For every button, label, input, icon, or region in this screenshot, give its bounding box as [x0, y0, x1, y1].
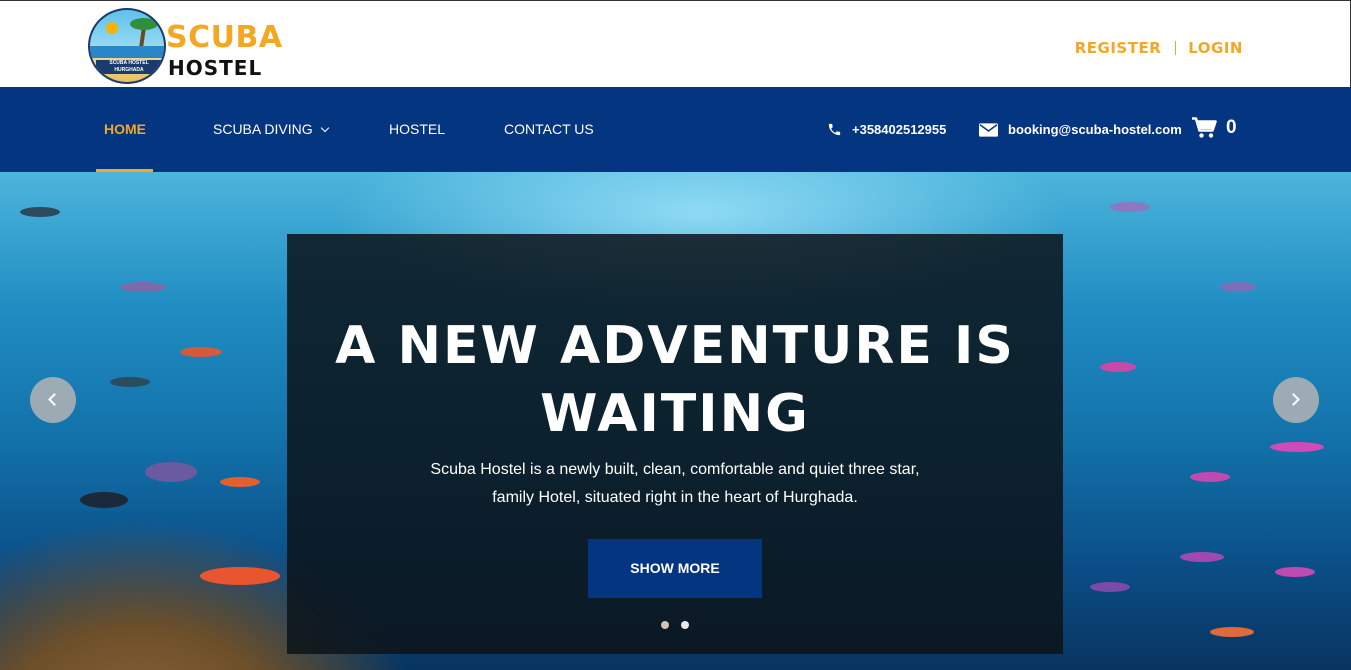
cart-icon [1192, 117, 1217, 138]
fish-decoration [1220, 282, 1256, 292]
slider-prev-button[interactable] [30, 377, 76, 423]
phone-contact[interactable]: +358402512955 [827, 87, 946, 172]
fish-decoration [220, 477, 260, 487]
logo-badge-text: SCUBA HOSTEL HURGHADA [96, 60, 162, 74]
logo-text-scuba: SCUBA [166, 20, 283, 55]
fish-decoration [180, 347, 222, 357]
main-nav: HOME SCUBA DIVING HOSTEL CONTACT US +358… [0, 87, 1351, 172]
fish-decoration [1210, 627, 1254, 637]
chevron-left-icon [48, 393, 61, 406]
fish-decoration [1190, 472, 1230, 482]
email-contact[interactable]: booking@scuba-hostel.com [979, 87, 1182, 172]
slider-dot-1[interactable] [661, 621, 669, 629]
nav-item-contact-us[interactable]: CONTACT US [504, 87, 594, 172]
fish-decoration [110, 377, 150, 387]
nav-item-scuba-diving[interactable]: SCUBA DIVING [213, 87, 329, 172]
site-logo[interactable]: SCUBA HOSTEL HURGHADA SCUBA HOSTEL [88, 8, 282, 84]
hero-title-line-1: A NEW ADVENTURE IS [335, 316, 1015, 376]
fish-decoration [145, 462, 197, 482]
fish-decoration [200, 567, 280, 585]
email-address: booking@scuba-hostel.com [1008, 122, 1182, 137]
nav-item-hostel[interactable]: HOSTEL [389, 87, 445, 172]
chevron-down-icon [320, 123, 329, 133]
fish-decoration [1270, 442, 1324, 452]
nav-item-home[interactable]: HOME [104, 87, 146, 172]
cart-count: 0 [1226, 117, 1237, 138]
logo-text-hostel: HOSTEL [168, 56, 263, 80]
top-bar: SCUBA HOSTEL HURGHADA SCUBA HOSTEL REGIS… [0, 0, 1351, 87]
fish-decoration [80, 492, 128, 508]
fish-decoration [1100, 362, 1136, 372]
hero-title-line-2: WAITING [540, 384, 810, 444]
envelope-icon [979, 122, 998, 137]
auth-separator [1175, 41, 1177, 55]
register-link[interactable]: REGISTER [1075, 39, 1162, 57]
hero-title: A NEW ADVENTURE IS WAITING [287, 312, 1063, 448]
fish-decoration [1275, 567, 1315, 577]
hero-description-line-1: Scuba Hostel is a newly built, clean, co… [430, 461, 920, 478]
slider-dots [661, 621, 701, 629]
hero-slider: A NEW ADVENTURE IS WAITING Scuba Hostel … [0, 172, 1351, 670]
auth-links: REGISTER LOGIN [1075, 39, 1243, 57]
login-link[interactable]: LOGIN [1188, 39, 1243, 57]
fish-decoration [1110, 202, 1150, 212]
cart-button[interactable]: 0 [1192, 117, 1237, 139]
chevron-right-icon [1287, 393, 1300, 406]
fish-decoration [1090, 582, 1130, 592]
hero-description-line-2: family Hotel, situated right in the hear… [492, 489, 858, 506]
hero-caption-panel: A NEW ADVENTURE IS WAITING Scuba Hostel … [287, 234, 1063, 654]
fish-decoration [1180, 552, 1224, 562]
fish-decoration [20, 207, 60, 217]
hero-description: Scuba Hostel is a newly built, clean, co… [397, 456, 953, 512]
slider-dot-2[interactable] [681, 621, 689, 629]
logo-badge-icon: SCUBA HOSTEL HURGHADA [88, 8, 166, 84]
slider-next-button[interactable] [1273, 377, 1319, 423]
show-more-button[interactable]: SHOW MORE [588, 539, 762, 598]
phone-number: +358402512955 [852, 122, 947, 137]
fish-decoration [120, 282, 166, 292]
phone-icon [828, 123, 841, 136]
nav-item-scuba-diving-label: SCUBA DIVING [213, 121, 313, 137]
